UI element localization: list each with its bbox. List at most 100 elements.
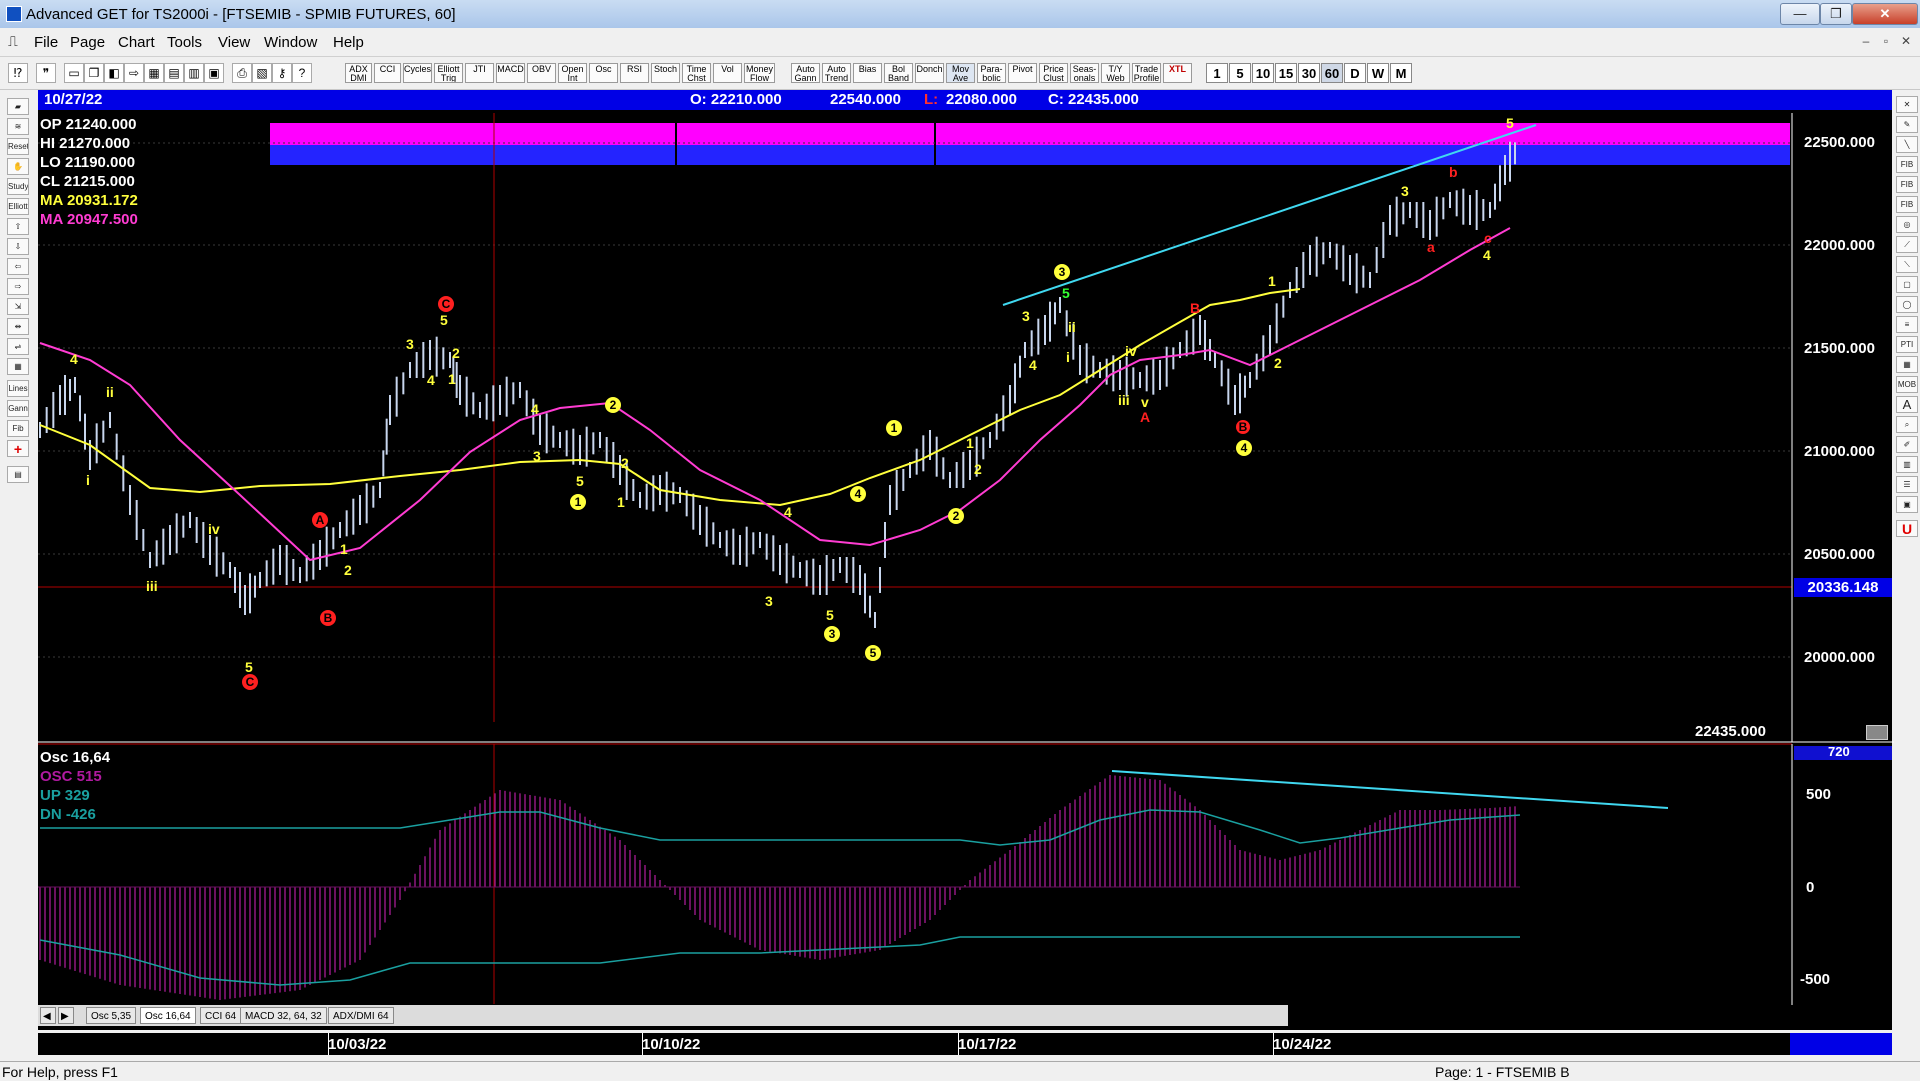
svg-text:2: 2	[344, 562, 352, 578]
svg-text:1: 1	[340, 541, 348, 557]
svg-text:5: 5	[826, 607, 834, 623]
osc-top-value: 720	[1828, 744, 1850, 759]
price-label-21000: 21000.000	[1804, 443, 1875, 460]
svg-text:iii: iii	[1118, 392, 1130, 408]
svg-text:3: 3	[1022, 308, 1030, 324]
tab-osc-5-35[interactable]: Osc 5,35	[86, 1007, 137, 1024]
osc-up-value: UP 329	[40, 787, 90, 804]
cursor-open: OP 21240.000	[40, 116, 137, 133]
svg-text:v: v	[1141, 394, 1149, 410]
date-label-1003: 10/03/22	[328, 1036, 387, 1053]
status-bar: For Help, press F1 Page: 1 - FTSEMIB B	[0, 1061, 1920, 1081]
date-label-1010: 10/10/22	[642, 1036, 701, 1053]
svg-text:3: 3	[406, 336, 414, 352]
svg-text:1: 1	[1268, 273, 1276, 289]
osc-axis-500: 500	[1806, 786, 1832, 803]
svg-text:4: 4	[1029, 357, 1037, 373]
svg-text:4: 4	[70, 351, 78, 367]
svg-text:2: 2	[953, 509, 960, 523]
magenta-band	[270, 123, 1790, 145]
tab-adx-dmi[interactable]: ADX/DMI 64	[328, 1007, 394, 1024]
svg-text:iv: iv	[208, 521, 220, 537]
blue-band	[270, 145, 1790, 165]
svg-text:1: 1	[448, 371, 456, 387]
osc-axis-minus500: -500	[1800, 971, 1831, 988]
last-price-label: 22435.000	[1695, 723, 1766, 740]
svg-text:1: 1	[966, 435, 974, 451]
price-label-22500: 22500.000	[1804, 134, 1875, 151]
svg-text:4: 4	[784, 504, 792, 520]
svg-text:C: C	[246, 675, 255, 689]
svg-text:B: B	[1239, 420, 1248, 434]
svg-text:2: 2	[621, 455, 629, 471]
svg-text:1: 1	[617, 494, 625, 510]
svg-text:2: 2	[452, 345, 460, 361]
svg-text:a: a	[1427, 239, 1435, 255]
svg-text:C: C	[442, 297, 451, 311]
svg-text:i: i	[86, 472, 90, 488]
price-label-21500: 21500.000	[1804, 340, 1875, 357]
price-label-20000: 20000.000	[1804, 649, 1875, 666]
svg-text:4: 4	[855, 487, 862, 501]
svg-text:3: 3	[1401, 183, 1409, 199]
svg-text:3: 3	[829, 627, 836, 641]
svg-text:5: 5	[870, 646, 877, 660]
svg-text:b: b	[1449, 164, 1458, 180]
bar-high: 22540.000	[830, 91, 901, 108]
bar-date: 10/27/22	[44, 91, 103, 108]
svg-text:3: 3	[533, 448, 541, 464]
svg-text:5: 5	[576, 473, 584, 489]
svg-text:A: A	[1140, 409, 1150, 425]
tab-cci-64[interactable]: CCI 64	[200, 1007, 242, 1024]
tab-macd[interactable]: MACD 32, 64, 32	[240, 1007, 327, 1024]
svg-text:B: B	[324, 611, 333, 625]
svg-text:iii: iii	[146, 578, 158, 594]
date-axis-corner	[1790, 1033, 1892, 1055]
svg-text:5: 5	[1506, 115, 1514, 131]
osc-trendline	[1111, 770, 1669, 809]
tab-osc-16-64[interactable]: Osc 16,64	[140, 1007, 196, 1024]
bar-close: C: 22435.000	[1048, 91, 1139, 108]
svg-text:5: 5	[440, 312, 448, 328]
price-bars	[39, 141, 1516, 628]
osc-dn-value: DN -426	[40, 806, 96, 823]
osc-up-line	[40, 809, 1521, 846]
svg-text:4: 4	[1483, 247, 1491, 263]
svg-text:ii: ii	[1068, 319, 1076, 335]
wave-labels: 4 ii i iii iv 5 1 2 3 4 5 2 1 4 3 5 2 1 …	[70, 115, 1514, 675]
chart-graphics: 4 ii i iii iv 5 1 2 3 4 5 2 1 4 3 5 2 1 …	[38, 113, 1894, 1005]
svg-text:4: 4	[1241, 441, 1248, 455]
svg-text:3: 3	[765, 593, 773, 609]
tab-scroll-left[interactable]: ◀	[40, 1007, 56, 1024]
svg-text:i: i	[1066, 349, 1070, 365]
svg-text:1: 1	[891, 421, 898, 435]
osc-value: OSC 515	[40, 768, 102, 785]
svg-text:c: c	[1484, 230, 1492, 246]
svg-text:iv: iv	[1125, 343, 1137, 359]
status-page: Page: 1 - FTSEMIB B	[1435, 1064, 1570, 1080]
date-label-1017: 10/17/22	[958, 1036, 1017, 1053]
svg-text:ii: ii	[106, 384, 114, 400]
scale-icon[interactable]	[1866, 725, 1888, 740]
svg-text:4: 4	[531, 401, 539, 417]
svg-text:2: 2	[1274, 355, 1282, 371]
svg-text:5: 5	[245, 659, 253, 675]
ma-yellow-line	[39, 288, 1301, 507]
cursor-close: CL 21215.000	[40, 173, 135, 190]
osc-axis-0: 0	[1806, 879, 1815, 896]
status-help: For Help, press F1	[2, 1064, 118, 1080]
cursor-high: HI 21270.000	[40, 135, 131, 152]
price-label-20500: 20500.000	[1804, 546, 1875, 563]
svg-text:4: 4	[427, 372, 435, 388]
cursor-low: LO 21190.000	[40, 154, 136, 171]
date-label-1024: 10/24/22	[1273, 1036, 1332, 1053]
svg-text:A: A	[316, 513, 325, 527]
cursor-ma-magenta: MA 20947.500	[40, 211, 138, 228]
price-gridlines	[38, 142, 1792, 658]
svg-text:5: 5	[1062, 285, 1070, 301]
svg-text:1: 1	[575, 495, 582, 509]
tab-scroll-right[interactable]: ▶	[58, 1007, 74, 1024]
svg-text:2: 2	[610, 398, 617, 412]
price-label-22000: 22000.000	[1804, 237, 1875, 254]
date-axis	[38, 1033, 1892, 1055]
